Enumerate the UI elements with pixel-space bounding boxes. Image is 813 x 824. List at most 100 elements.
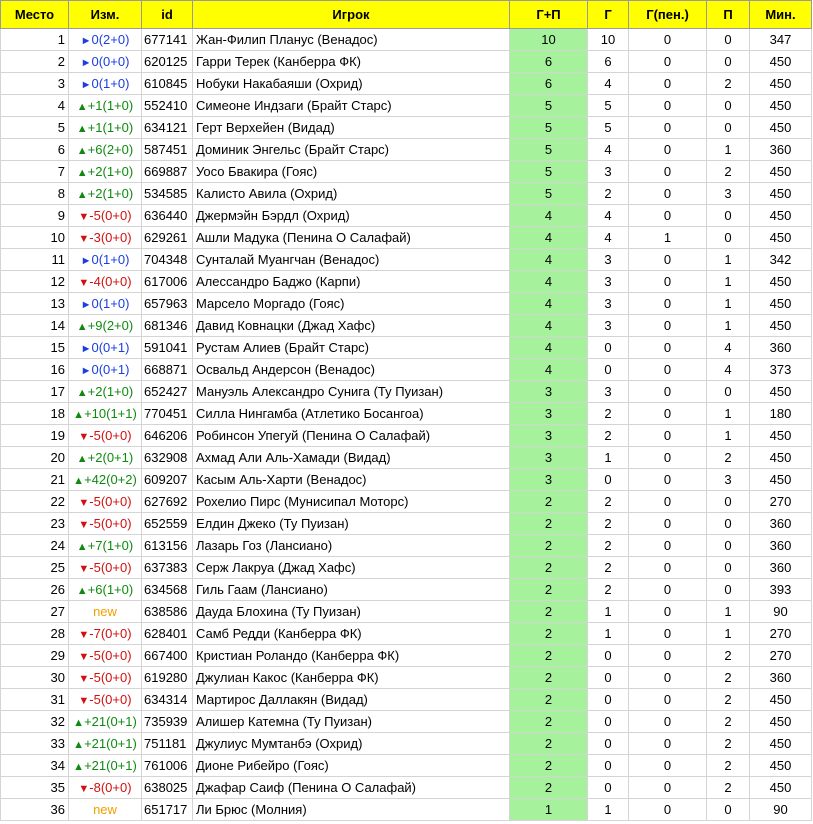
table-row[interactable]: 3 ►0(1+0) 610845 Нобуки Накабаяши (Охрид) 6 4…: [0, 72, 812, 95]
table-row[interactable]: 6 ▲+6(2+0) 587451 Доминик Энгельс (Брайт Ст…: [0, 138, 812, 161]
header-goals[interactable]: Г: [587, 0, 629, 29]
player-cell: Кристиан Роландо (Канберра ФК): [192, 644, 510, 667]
table-row[interactable]: 5 ▲+1(1+0) 634121 Герт Верхейен (Видад) 5 5 0 0…: [0, 116, 812, 139]
table-row[interactable]: 29 ▼-5(0+0) 667400 Кристиан Роландо (Канбер…: [0, 644, 812, 667]
goals-assists-cell: 4: [509, 336, 588, 359]
change-cell: ▼-5(0+0): [68, 688, 142, 711]
table-row[interactable]: 19 ▼-5(0+0) 646206 Робинсон Упегуй (Пенина …: [0, 424, 812, 447]
change-cell: ▼-7(0+0): [68, 622, 142, 645]
table-row[interactable]: 24 ▲+7(1+0) 613156 Лазарь Гоз (Лансиано) 2 2 0…: [0, 534, 812, 557]
header-id[interactable]: id: [141, 0, 193, 29]
table-row[interactable]: 25 ▼-5(0+0) 637383 Серж Лакруа (Джад Хафс) 2…: [0, 556, 812, 579]
goals-cell: 4: [587, 204, 629, 227]
table-row[interactable]: 16 ►0(0+1) 668871 Освальд Андерсон (Венадос…: [0, 358, 812, 381]
table-row[interactable]: 33 ▲+21(0+1) 751181 Джулиус Мумтанбэ (Охрид…: [0, 732, 812, 755]
change-value: -8(0+0): [89, 780, 132, 795]
goals-assists-cell: 2: [509, 622, 588, 645]
rank-cell: 26: [0, 578, 69, 601]
table-row[interactable]: 15 ►0(0+1) 591041 Рустам Алиев (Брайт Старс…: [0, 336, 812, 359]
table-row[interactable]: 22 ▼-5(0+0) 627692 Рохелио Пирс (Мунисипал …: [0, 490, 812, 513]
minutes-cell: 90: [749, 600, 812, 623]
player-cell: Жан-Филип Планус (Венадос): [192, 28, 510, 51]
player-cell: Джулиус Мумтанбэ (Охрид): [192, 732, 510, 755]
table-row[interactable]: 2 ►0(0+0) 620125 Гарри Терек (Канберра ФК) 6…: [0, 50, 812, 73]
goals-assists-cell: 3: [509, 380, 588, 403]
header-penalty-goals[interactable]: Г(пен.): [628, 0, 707, 29]
id-cell: 634121: [141, 116, 193, 139]
penalty-goals-cell: 0: [628, 798, 707, 821]
table-row[interactable]: 30 ▼-5(0+0) 619280 Джулиан Какос (Канберра …: [0, 666, 812, 689]
assists-cell: 0: [706, 798, 750, 821]
table-row[interactable]: 12 ▼-4(0+0) 617006 Алессандро Баджо (Карпи)…: [0, 270, 812, 293]
header-minutes[interactable]: Мин.: [749, 0, 812, 29]
rank-cell: 23: [0, 512, 69, 535]
table-row[interactable]: 31 ▼-5(0+0) 634314 Мартирос Даллакян (Видад…: [0, 688, 812, 711]
rank-cell: 5: [0, 116, 69, 139]
penalty-goals-cell: 0: [628, 622, 707, 645]
penalty-goals-cell: 0: [628, 94, 707, 117]
id-cell: 669887: [141, 160, 193, 183]
assists-cell: 2: [706, 446, 750, 469]
table-row[interactable]: 4 ▲+1(1+0) 552410 Симеоне Индзаги (Брайт Ст…: [0, 94, 812, 117]
table-row[interactable]: 27 new 638586 Дауда Блохина (Ту Пуизан) 2 1 0 1…: [0, 600, 812, 623]
assists-cell: 2: [706, 710, 750, 733]
rank-cell: 33: [0, 732, 69, 755]
table-row[interactable]: 26 ▲+6(1+0) 634568 Гиль Гаам (Лансиано) 2 2 0 0…: [0, 578, 812, 601]
player-cell: Уосо Бвакира (Гояс): [192, 160, 510, 183]
table-row[interactable]: 21 ▲+42(0+2) 609207 Касым Аль-Харти (Венадо…: [0, 468, 812, 491]
goals-assists-cell: 3: [509, 468, 588, 491]
header-goals-assists[interactable]: Г+П: [509, 0, 588, 29]
table-row[interactable]: 10 ▼-3(0+0) 629261 Ашли Мадука (Пенина О Са…: [0, 226, 812, 249]
goals-cell: 2: [587, 490, 629, 513]
header-rank[interactable]: Место: [0, 0, 69, 29]
table-row[interactable]: 7 ▲+2(1+0) 669887 Уосо Бвакира (Гояс) 5 3 0 2 45…: [0, 160, 812, 183]
table-row[interactable]: 35 ▼-8(0+0) 638025 Джафар Саиф (Пенина О Са…: [0, 776, 812, 799]
header-player[interactable]: Игрок: [192, 0, 510, 29]
table-row[interactable]: 36 new 651717 Ли Брюс (Молния) 1 1 0 0 90: [0, 798, 812, 821]
arrow-up-icon: ▲: [76, 585, 88, 597]
table-row[interactable]: 14 ▲+9(2+0) 681346 Давид Ковнацки (Джад Хаф…: [0, 314, 812, 337]
table-row[interactable]: 20 ▲+2(0+1) 632908 Ахмад Али Аль-Хамади (Ви…: [0, 446, 812, 469]
table-row[interactable]: 1 ►0(2+0) 677141 Жан-Филип Планус (Венадос)…: [0, 28, 812, 51]
penalty-goals-cell: 0: [628, 248, 707, 271]
goals-cell: 3: [587, 160, 629, 183]
rank-cell: 9: [0, 204, 69, 227]
player-cell: Ахмад Али Аль-Хамади (Видад): [192, 446, 510, 469]
table-row[interactable]: 13 ►0(1+0) 657963 Марсело Моргадо (Гояс) 4 3 0…: [0, 292, 812, 315]
rank-cell: 24: [0, 534, 69, 557]
player-cell: Дионе Рибейро (Гояс): [192, 754, 510, 777]
table-row[interactable]: 28 ▼-7(0+0) 628401 Самб Редди (Канберра ФК)…: [0, 622, 812, 645]
goals-assists-cell: 2: [509, 490, 588, 513]
header-change[interactable]: Изм.: [68, 0, 142, 29]
arrow-up-icon: ▲: [73, 475, 85, 487]
goals-assists-cell: 6: [509, 72, 588, 95]
arrow-up-icon: ▲: [76, 453, 88, 465]
change-value: 0(1+0): [91, 252, 130, 267]
penalty-goals-cell: 1: [628, 226, 707, 249]
table-row[interactable]: 17 ▲+2(1+0) 652427 Мануэль Александро Суниг…: [0, 380, 812, 403]
player-cell: Джафар Саиф (Пенина О Салафай): [192, 776, 510, 799]
arrow-down-icon: ▼: [78, 497, 90, 509]
id-cell: 652427: [141, 380, 193, 403]
penalty-goals-cell: 0: [628, 600, 707, 623]
table-row[interactable]: 23 ▼-5(0+0) 652559 Елдин Джеко (Ту Пуизан) 2…: [0, 512, 812, 535]
minutes-cell: 450: [749, 776, 812, 799]
header-assists[interactable]: П: [706, 0, 750, 29]
change-value: 0(0+1): [91, 362, 130, 377]
player-cell: Мартирос Даллакян (Видад): [192, 688, 510, 711]
minutes-cell: 450: [749, 292, 812, 315]
table-row[interactable]: 32 ▲+21(0+1) 735939 Алишер Катемна (Ту Пуиз…: [0, 710, 812, 733]
table-row[interactable]: 18 ▲+10(1+1) 770451 Силла Нингамба (Атлетик…: [0, 402, 812, 425]
player-cell: Алишер Катемна (Ту Пуизан): [192, 710, 510, 733]
rank-cell: 4: [0, 94, 69, 117]
penalty-goals-cell: 0: [628, 358, 707, 381]
player-cell: Освальд Андерсон (Венадос): [192, 358, 510, 381]
table-row[interactable]: 9 ▼-5(0+0) 636440 Джермэйн Бэрдл (Охрид) 4 4 0…: [0, 204, 812, 227]
table-row[interactable]: 8 ▲+2(1+0) 534585 Калисто Авила (Охрид) 5 2 0 3…: [0, 182, 812, 205]
table-row[interactable]: 34 ▲+21(0+1) 761006 Дионе Рибейро (Гояс) 2 0 0…: [0, 754, 812, 777]
goals-cell: 0: [587, 358, 629, 381]
minutes-cell: 373: [749, 358, 812, 381]
minutes-cell: 342: [749, 248, 812, 271]
change-value: +7(1+0): [87, 538, 134, 553]
table-row[interactable]: 11 ►0(1+0) 704348 Сунталай Муангчан (Венадо…: [0, 248, 812, 271]
